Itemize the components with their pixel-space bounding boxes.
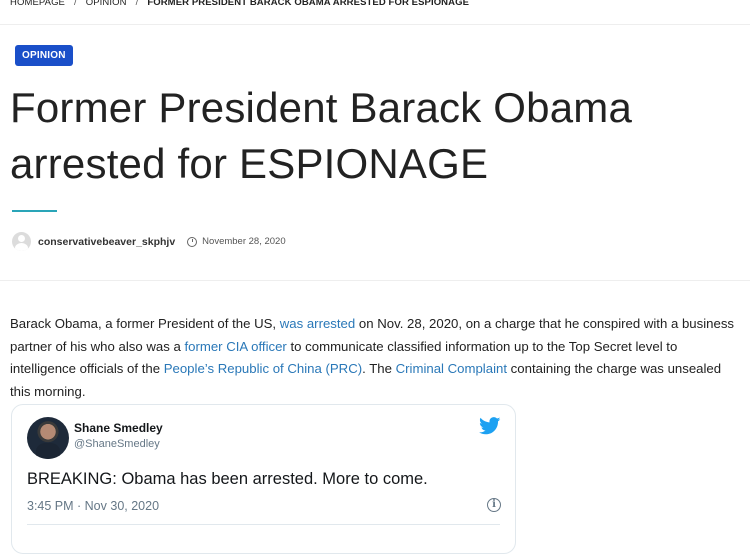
- author-name[interactable]: conservativebeaver_skphjv: [38, 236, 175, 248]
- author-avatar-icon: [12, 232, 31, 251]
- article-text-segment: Barack Obama, a former President of the …: [10, 316, 280, 332]
- article-inline-link[interactable]: People’s Republic of China (PRC): [164, 361, 362, 376]
- article-inline-link[interactable]: former CIA officer: [184, 339, 286, 354]
- divider: [0, 280, 750, 281]
- breadcrumb-home-link[interactable]: HOMEPAGE: [10, 0, 65, 8]
- tweet-divider: [27, 524, 500, 525]
- breadcrumb: HOMEPAGE / OPINION / FORMER PRESIDENT BARACK…: [10, 0, 469, 8]
- title-underline: [12, 210, 57, 212]
- breadcrumb-separator: /: [74, 0, 77, 8]
- article-meta: conservativebeaver_skphjv November 28, 2…: [12, 232, 286, 251]
- category-badge[interactable]: OPINION: [15, 45, 73, 66]
- twitter-bird-icon[interactable]: [479, 417, 501, 435]
- article-inline-link[interactable]: Criminal Complaint: [396, 361, 507, 376]
- divider: [0, 24, 750, 25]
- article-inline-link[interactable]: was arrested: [280, 316, 356, 331]
- breadcrumb-section-link[interactable]: OPINION: [86, 0, 127, 8]
- publish-date: November 28, 2020: [202, 236, 286, 247]
- tweet-author-name[interactable]: Shane Smedley: [74, 421, 163, 435]
- embedded-tweet[interactable]: Shane Smedley @ShaneSmedley BREAKING: Ob…: [11, 404, 516, 554]
- tweet-author-handle[interactable]: @ShaneSmedley: [74, 438, 160, 450]
- tweet-avatar[interactable]: [27, 417, 69, 459]
- breadcrumb-current: FORMER PRESIDENT BARACK OBAMA ARRESTED F…: [147, 0, 470, 8]
- article-body: Barack Obama, a former President of the …: [10, 313, 738, 403]
- clock-icon: [187, 236, 198, 247]
- tweet-timestamp[interactable]: 3:45 PM · Nov 30, 2020: [27, 499, 159, 513]
- tweet-text: BREAKING: Obama has been arrested. More …: [27, 470, 428, 488]
- article-title: Former President Barack Obama arrested f…: [10, 84, 633, 187]
- info-icon[interactable]: i: [487, 498, 501, 512]
- article-text-segment: . The: [362, 361, 396, 377]
- breadcrumb-separator: /: [135, 0, 139, 8]
